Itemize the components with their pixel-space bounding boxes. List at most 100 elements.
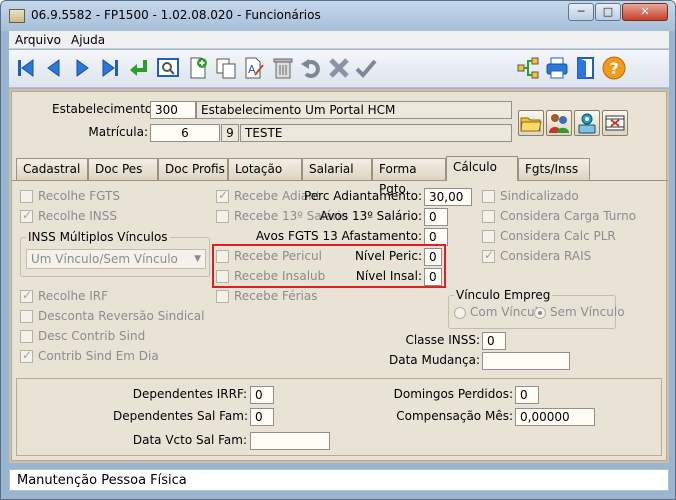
sem-vinculo-radio[interactable]: Sem Vínculo (534, 305, 625, 321)
help-icon[interactable]: ? (601, 55, 627, 81)
checkbox-box (482, 210, 495, 223)
considera-carga-turno-checkbox[interactable]: Considera Carga Turno (482, 209, 642, 225)
tab-fgts-inss[interactable]: Fgts/Inss (518, 158, 590, 180)
checkbox-box (216, 188, 229, 203)
checkbox-label: Recolhe FGTS (38, 189, 120, 203)
considera-calc-plr-checkbox[interactable]: Considera Calc PLR (482, 229, 642, 245)
camera-icon (578, 113, 596, 134)
classe-inss-field[interactable]: 0 (482, 332, 506, 350)
desconta-reversao-checkbox[interactable]: Desconta Reversão Sindical (20, 309, 210, 325)
desc-contrib-sind-checkbox[interactable]: Desc Contrib Sind (20, 329, 170, 345)
tab-forma-pgto[interactable]: Forma Pgto (372, 158, 446, 196)
data-mudanca-field[interactable] (482, 352, 570, 370)
camera-photo-button[interactable] (574, 110, 600, 136)
inss-multiplos-title: INSS Múltiplos Vínculos (26, 230, 170, 244)
menu-bar: Arquivo Ajuda (9, 31, 669, 49)
film-icon (605, 115, 625, 131)
app-window: 06.9.5582 - FP1500 - 1.02.08.020 - Funci… (0, 0, 676, 500)
film-photo-button[interactable] (602, 110, 628, 136)
window-title: 06.9.5582 - FP1500 - 1.02.08.020 - Funci… (31, 8, 321, 22)
print-icon[interactable] (544, 55, 570, 81)
tab-lotacao[interactable]: Lotação (228, 158, 302, 180)
recolhe-irf-checkbox[interactable]: Recolhe IRF (20, 288, 170, 305)
checkbox-label: Considera Carga Turno (500, 209, 637, 223)
recolhe-fgts-checkbox[interactable]: Recolhe FGTS (20, 189, 170, 205)
exit-door-icon[interactable] (573, 55, 599, 81)
recebe-ferias-checkbox[interactable]: Recebe Férias (216, 289, 326, 305)
main-panel: Estabelecimento: 300 Estabelecimento Um … (9, 89, 669, 463)
inss-multiplos-select[interactable]: Um Vínculo/Sem Vínculo ▼ (26, 249, 206, 269)
tab-cadastral[interactable]: Cadastral (16, 158, 88, 180)
checkbox-box (482, 248, 495, 263)
checkbox-label: Desconta Reversão Sindical (38, 309, 205, 323)
title-bar[interactable]: 06.9.5582 - FP1500 - 1.02.08.020 - Funci… (1, 1, 675, 31)
previous-record-icon[interactable] (41, 55, 67, 81)
edit-record-icon[interactable]: A (241, 55, 267, 81)
first-record-icon[interactable] (13, 55, 39, 81)
tab-salarial[interactable]: Salarial (302, 158, 372, 180)
people-icon (549, 114, 569, 133)
compensacao-mes-field[interactable]: 0,00000 (515, 408, 595, 426)
last-record-icon[interactable] (97, 55, 123, 81)
new-record-icon[interactable] (185, 55, 211, 81)
checkbox-box (20, 330, 33, 343)
radio-dot (454, 307, 466, 319)
compensacao-mes-label: Compensação Mês: (396, 409, 513, 423)
maximize-button[interactable]: □ (595, 3, 621, 21)
confirm-enter-icon[interactable] (126, 55, 152, 81)
tab-calculo[interactable]: Cálculo (446, 156, 518, 181)
sindicalizado-checkbox[interactable]: Sindicalizado (482, 189, 642, 205)
dependentes-irrf-field[interactable]: 0 (250, 386, 274, 404)
checkbox-label: Recebe Férias (234, 289, 318, 303)
menu-arquivo[interactable]: Arquivo (15, 33, 61, 47)
checkbox-label: Considera RAIS (500, 249, 592, 263)
matricula-label: Matrícula: (88, 125, 148, 139)
checkbox-label: Recolhe INSS (38, 209, 118, 223)
checkbox-box (216, 210, 229, 223)
minimize-button[interactable]: ─ (568, 3, 594, 21)
radio-dot (534, 307, 546, 319)
close-button[interactable]: ✕ (622, 3, 668, 21)
data-vcto-field[interactable] (250, 432, 330, 450)
select-value: Um Vínculo/Sem Vínculo (31, 252, 178, 266)
considera-rais-checkbox[interactable]: Considera RAIS (482, 248, 642, 265)
tab-content-calculo: Recolhe FGTS Recolhe INSS INSS Múltiplos… (12, 180, 668, 370)
checkbox-label: Considera Calc PLR (500, 229, 616, 243)
open-folder-button[interactable] (518, 110, 544, 136)
checkbox-box (482, 230, 495, 243)
recolhe-inss-checkbox[interactable]: Recolhe INSS (20, 208, 170, 225)
checkbox-label: Recolhe IRF (38, 289, 109, 303)
vinculo-empreg-title: Vínculo Empreg (454, 288, 553, 302)
checkbox-box (20, 310, 33, 323)
next-record-icon[interactable] (69, 55, 95, 81)
contrib-sind-em-dia-checkbox[interactable]: Contrib Sind Em Dia (20, 348, 170, 365)
dependentes-salfam-field[interactable]: 0 (250, 408, 274, 426)
menu-ajuda[interactable]: Ajuda (71, 33, 105, 47)
perc-adiant-field[interactable]: 30,00 (424, 188, 472, 206)
save-check-icon[interactable] (353, 55, 379, 81)
tab-doc-pes[interactable]: Doc Pes (88, 158, 158, 180)
delete-record-icon[interactable] (270, 55, 296, 81)
avos-13-field[interactable]: 0 (424, 208, 448, 226)
tree-structure-icon[interactable] (515, 55, 541, 81)
data-mudanca-label: Data Mudança: (389, 353, 480, 367)
copy-record-icon[interactable] (213, 55, 239, 81)
matricula-number-field[interactable]: 6 (150, 124, 220, 142)
folder-icon (520, 117, 542, 132)
cancel-icon[interactable] (326, 55, 352, 81)
domingos-perdidos-field[interactable]: 0 (515, 386, 539, 404)
estabelecimento-code-field[interactable]: 300 (150, 101, 196, 119)
status-text: Manutenção Pessoa Física (17, 473, 187, 488)
checkbox-box (20, 190, 33, 203)
panel-inner: Estabelecimento: 300 Estabelecimento Um … (11, 91, 668, 461)
people-button[interactable] (546, 110, 572, 136)
dependentes-salfam-label: Dependentes Sal Fam: (113, 409, 248, 423)
tab-doc-profis[interactable]: Doc Profis (158, 158, 228, 180)
dependents-box: Dependentes IRRF: 0 Dependentes Sal Fam:… (16, 378, 662, 456)
checkbox-box (216, 290, 229, 303)
undo-icon[interactable] (298, 55, 324, 81)
app-icon (9, 9, 25, 23)
com-vinculo-radio[interactable]: Com Vínculo (454, 305, 545, 321)
checkbox-box (482, 190, 495, 203)
zoom-icon[interactable] (155, 55, 181, 81)
